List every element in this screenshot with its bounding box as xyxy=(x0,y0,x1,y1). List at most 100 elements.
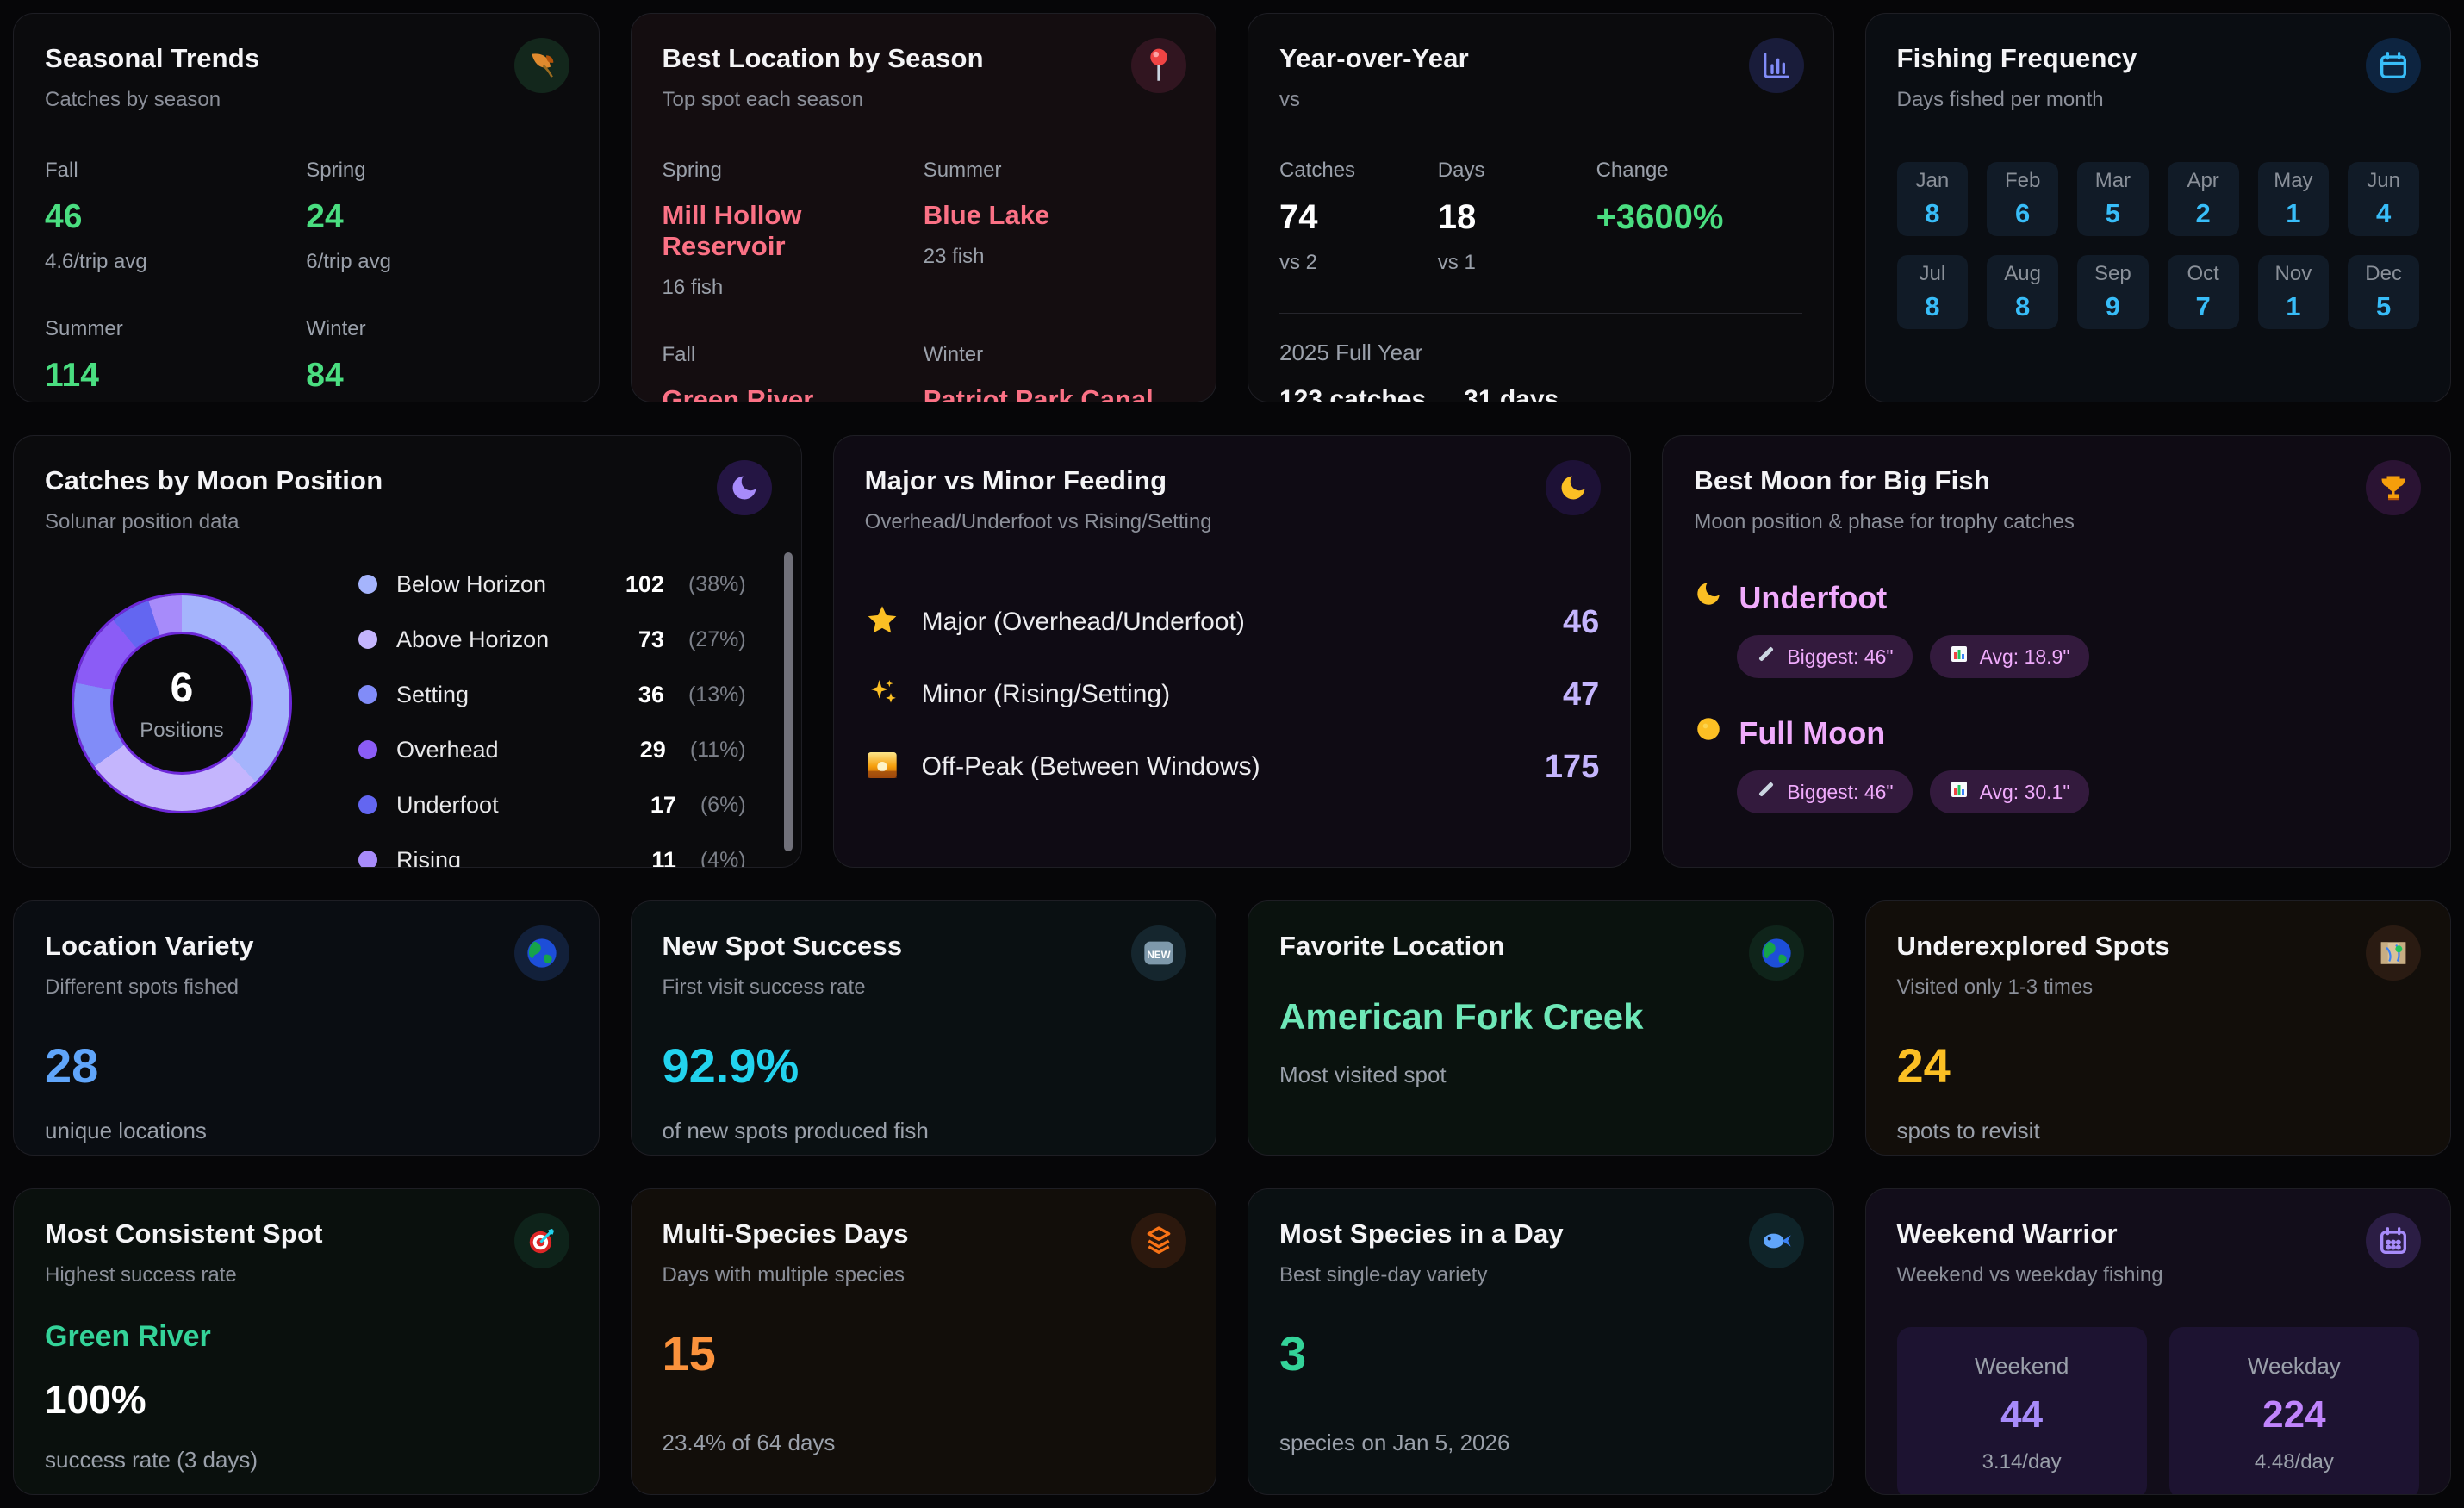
seasonal-stat-fall: Fall 46 4.6/trip avg xyxy=(45,159,306,274)
month-cell-aug: Aug 8 xyxy=(1987,255,2058,329)
month-cell-nov: Nov 1 xyxy=(2257,255,2330,329)
month-cell-sep: Sep 9 xyxy=(2077,255,2149,329)
best-moon-group-fullmoon: Full Moon Biggest: 46" Avg: 30.1" xyxy=(1694,714,2419,813)
card-moon-position: Catches by Moon Position Solunar positio… xyxy=(13,435,802,868)
crescent-moon-icon xyxy=(1694,579,1723,616)
card-title: Best Moon for Big Fish xyxy=(1694,465,1990,495)
box-per-day: 3.14/day xyxy=(1982,1449,2062,1474)
card-subtitle: Moon position & phase for trophy catches xyxy=(1694,510,2075,533)
season-avg: 4.6/trip avg xyxy=(45,250,147,273)
month-value: 1 xyxy=(2286,291,2301,321)
yoy-catches: Catches 74 vs 2 xyxy=(1279,159,1438,275)
legend-dot xyxy=(358,685,377,704)
legend-row: Below Horizon 102 (38%) xyxy=(358,557,746,612)
weekend-weekday-grid: Weekend 44 3.14/day Weekday 224 4.48/day xyxy=(1896,1327,2419,1494)
favorite-spot-name: American Fork Creek xyxy=(1279,996,1644,1037)
card-favorite-location: Favorite Location American Fork Creek Mo… xyxy=(1248,900,1834,1156)
legend-dot xyxy=(358,851,377,867)
spot-name: Patriot Park Canal xyxy=(923,384,1154,402)
target-icon xyxy=(513,1213,569,1268)
success-rate-value: 100% xyxy=(45,1377,146,1422)
card-feeding: Major vs Minor Feeding Overhead/Underfoo… xyxy=(832,435,1632,868)
pushpin-icon xyxy=(1131,38,1186,93)
month-value: 6 xyxy=(2015,198,2031,228)
month-label: Dec xyxy=(2365,262,2402,285)
group-name: Full Moon xyxy=(1739,714,1886,751)
card-multi-species-days: Multi-Species Days Days with multiple sp… xyxy=(630,1188,1216,1495)
month-grid: Jan 8 Feb 6 Mar 5 Apr 2 May 1 Jun 4 Jul 8 Aug 8 … xyxy=(1896,162,2419,329)
group-heading: Underfoot xyxy=(1694,579,2419,616)
row-3: Location Variety Different spots fished … xyxy=(13,900,2451,1156)
yoy-label: Days xyxy=(1437,159,1485,182)
badge-label: Avg: 30.1" xyxy=(1979,780,2070,803)
legend-dot xyxy=(358,630,377,649)
month-cell-feb: Feb 6 xyxy=(1987,162,2058,236)
month-value: 1 xyxy=(2286,198,2301,228)
feeding-label: Major (Overhead/Underfoot) xyxy=(921,608,1245,636)
row-2: Catches by Moon Position Solunar positio… xyxy=(13,435,2451,868)
stat-value: 28 xyxy=(45,1038,99,1093)
card-subtitle: First visit success rate xyxy=(662,975,866,999)
divider xyxy=(1279,313,1802,314)
best-spot-fall: Fall Green River 11 fish xyxy=(663,343,924,402)
legend-pct: (6%) xyxy=(700,792,746,817)
feeding-value: 175 xyxy=(1544,748,1600,785)
month-label: Nov xyxy=(2274,262,2312,285)
stat-caption: of new spots produced fish xyxy=(662,1118,929,1143)
season-label: Fall xyxy=(45,159,78,182)
spot-fish-count: 23 fish xyxy=(923,245,985,268)
month-value: 7 xyxy=(2195,291,2211,321)
month-cell-mar: Mar 5 xyxy=(2077,162,2149,236)
card-title: Year-over-Year xyxy=(1279,43,1469,73)
month-label: Mar xyxy=(2094,169,2131,192)
month-label: Aug xyxy=(2004,262,2041,285)
card-best-location: Best Location by Season Top spot each se… xyxy=(630,13,1216,402)
box-value: 44 xyxy=(2000,1393,2044,1436)
weekday-box: Weekday 224 4.48/day xyxy=(2168,1327,2419,1494)
legend-pct: (11%) xyxy=(689,737,746,762)
best-spot-spring: Spring Mill Hollow Reservoir 16 fish xyxy=(663,159,924,300)
month-value: 5 xyxy=(2105,198,2120,228)
crescent-moon-icon xyxy=(1546,460,1602,515)
month-cell-dec: Dec 5 xyxy=(2348,255,2419,329)
legend-scrollbar[interactable] xyxy=(783,552,793,851)
legend-pct: (4%) xyxy=(700,847,746,868)
month-value: 8 xyxy=(2015,291,2031,321)
legend-dot xyxy=(358,575,377,594)
ruler-icon xyxy=(1756,779,1776,805)
box-label: Weekend xyxy=(1974,1352,2069,1379)
card-title: New Spot Success xyxy=(662,931,903,961)
legend-value: 17 xyxy=(650,791,676,818)
moon-legend: Below Horizon 102 (38%) Above Horizon 73… xyxy=(358,557,746,868)
card-title: Multi-Species Days xyxy=(662,1218,909,1249)
stat-caption: success rate (3 days) xyxy=(45,1447,258,1473)
feeding-rows: Major (Overhead/Underfoot) 46 Minor (Ris… xyxy=(865,586,1600,803)
yoy-value: 74 xyxy=(1279,198,1318,236)
layers-icon xyxy=(1131,1213,1186,1268)
card-fishing-frequency: Fishing Frequency Days fished per month … xyxy=(1864,13,2451,402)
card-best-moon: Best Moon for Big Fish Moon position & p… xyxy=(1662,435,2451,868)
season-value: 114 xyxy=(45,357,99,394)
month-cell-apr: Apr 2 xyxy=(2167,162,2239,236)
crescent-moon-icon xyxy=(716,460,772,515)
month-value: 8 xyxy=(1925,291,1940,321)
month-label: Oct xyxy=(2187,262,2219,285)
trophy-icon xyxy=(2366,460,2421,515)
card-title: Location Variety xyxy=(45,931,254,961)
card-year-over-year: Year-over-Year vs Catches 74 vs 2 Days 1… xyxy=(1248,13,1834,402)
month-label: May xyxy=(2274,169,2313,192)
month-label: Sep xyxy=(2094,262,2131,285)
month-value: 4 xyxy=(2376,198,2392,228)
season-label: Winter xyxy=(306,317,366,340)
season-label: Fall xyxy=(662,343,696,366)
moon-donut-ring: 6 Positions xyxy=(74,595,289,811)
card-subtitle: Overhead/Underfoot vs Rising/Setting xyxy=(864,510,1212,533)
legend-value: 29 xyxy=(639,736,666,763)
mini-bar-chart-icon xyxy=(1949,779,1969,805)
box-value: 224 xyxy=(2262,1393,2326,1436)
full-moon-icon xyxy=(1694,714,1723,751)
card-title: Fishing Frequency xyxy=(1896,43,2137,73)
mini-bar-chart-icon xyxy=(1949,644,1969,670)
yoy-vs: vs 1 xyxy=(1437,251,1476,274)
fish-icon xyxy=(1748,1213,1804,1268)
